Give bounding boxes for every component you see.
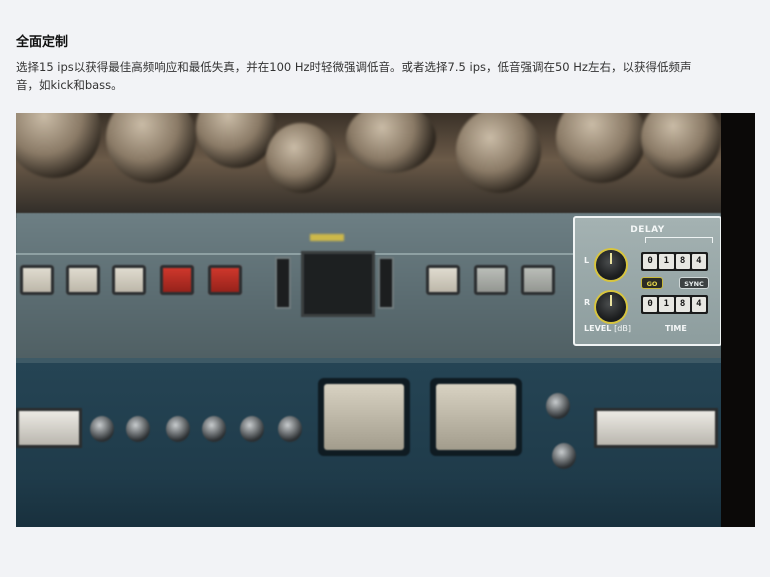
section-description: 选择15 ips以获得最佳高频响应和最低失真，并在100 Hz时轻微强调低音。或… bbox=[16, 60, 692, 92]
section-title: 全面定制 bbox=[16, 35, 69, 50]
delay-panel: DELAY L 0 1 8 4 GO SYNC R 0 1 8 4 LEVEL bbox=[573, 216, 721, 346]
delay-title: DELAY bbox=[630, 225, 665, 235]
level-label: LEVEL [dB] bbox=[584, 324, 631, 333]
transport-button bbox=[521, 265, 555, 295]
time-label: TIME bbox=[665, 324, 687, 333]
level-label-text: LEVEL bbox=[584, 324, 612, 333]
reel-icon bbox=[16, 113, 101, 178]
reel-icon bbox=[556, 113, 646, 183]
transport-button bbox=[66, 265, 100, 295]
knob-icon bbox=[90, 416, 114, 442]
vu-meter bbox=[430, 378, 522, 456]
level-unit: [dB] bbox=[614, 324, 631, 333]
fader-right bbox=[594, 408, 718, 448]
reel-icon bbox=[456, 113, 541, 193]
reel-icon bbox=[106, 113, 196, 183]
right-channel-label: R bbox=[584, 298, 591, 307]
right-level-knob[interactable] bbox=[596, 292, 626, 322]
reel-icon bbox=[196, 113, 276, 168]
speed-switch bbox=[275, 257, 291, 309]
right-time-counter[interactable]: 0 1 8 4 bbox=[641, 295, 708, 314]
left-level-knob[interactable] bbox=[596, 250, 626, 280]
digit: 1 bbox=[659, 254, 674, 269]
reel-icon bbox=[641, 113, 721, 178]
digit: 1 bbox=[659, 297, 674, 312]
record-button bbox=[208, 265, 242, 295]
fader-left bbox=[16, 408, 82, 448]
speed-switch bbox=[378, 257, 394, 309]
display-window bbox=[301, 251, 375, 317]
knob-icon bbox=[278, 416, 302, 442]
tape-reels-area bbox=[16, 113, 721, 218]
transport-button bbox=[426, 265, 460, 295]
record-button bbox=[160, 265, 194, 295]
vu-meter bbox=[318, 378, 410, 456]
digit: 8 bbox=[675, 297, 690, 312]
indicator-tab bbox=[310, 234, 344, 241]
sync-button[interactable]: SYNC bbox=[679, 277, 709, 289]
left-channel-label: L bbox=[584, 256, 590, 265]
knob-icon bbox=[240, 416, 264, 442]
knob-icon bbox=[546, 393, 570, 419]
knob-icon bbox=[166, 416, 190, 442]
transport-button bbox=[474, 265, 508, 295]
reel-icon bbox=[346, 113, 436, 173]
knob-icon bbox=[202, 416, 226, 442]
digit: 4 bbox=[691, 297, 706, 312]
reel-icon bbox=[266, 123, 336, 193]
tape-machine-screenshot: DELAY L 0 1 8 4 GO SYNC R 0 1 8 4 LEVEL bbox=[16, 113, 755, 527]
transport-button bbox=[20, 265, 54, 295]
knob-icon bbox=[552, 443, 576, 469]
tape-machine-background: DELAY L 0 1 8 4 GO SYNC R 0 1 8 4 LEVEL bbox=[16, 113, 721, 527]
digit: 4 bbox=[691, 254, 706, 269]
digit: 8 bbox=[675, 254, 690, 269]
knob-icon bbox=[126, 416, 150, 442]
transport-button bbox=[112, 265, 146, 295]
go-button[interactable]: GO bbox=[641, 277, 663, 289]
digit: 0 bbox=[643, 297, 658, 312]
delay-bracket bbox=[645, 237, 713, 243]
left-time-counter[interactable]: 0 1 8 4 bbox=[641, 252, 708, 271]
digit: 0 bbox=[643, 254, 658, 269]
